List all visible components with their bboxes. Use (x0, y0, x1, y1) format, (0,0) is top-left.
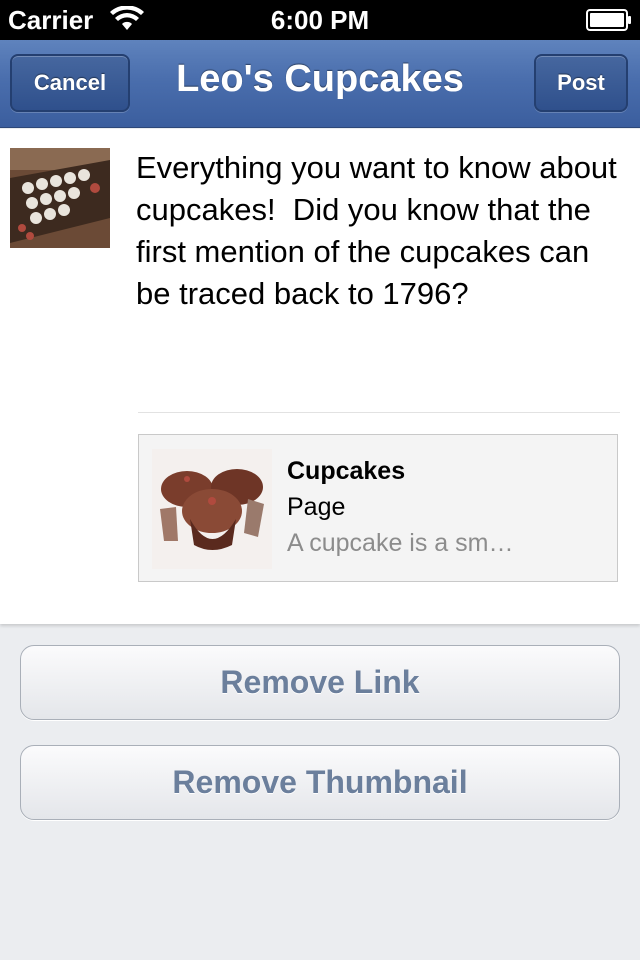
link-title: Cupcakes (287, 457, 406, 485)
remove-thumbnail-button[interactable]: Remove Thumbnail (20, 745, 620, 820)
post-button[interactable]: Post (534, 54, 628, 112)
remove-link-button[interactable]: Remove Link (20, 645, 620, 720)
link-description: A cupcake is a sm… (287, 529, 514, 557)
compose-panel: Everything you want to know about cupcak… (0, 129, 640, 624)
battery-icon (586, 9, 631, 31)
navigation-bar: Cancel Leo's Cupcakes Post (0, 40, 640, 128)
status-bar: Carrier 6:00 PM (0, 0, 640, 40)
page-avatar-image (10, 148, 110, 248)
cancel-button[interactable]: Cancel (10, 54, 130, 112)
link-thumbnail-image (152, 449, 272, 569)
divider (138, 412, 620, 413)
link-preview-card[interactable]: Cupcakes Page A cupcake is a sm… (138, 434, 618, 582)
page-title: Leo's Cupcakes (176, 58, 464, 100)
post-message-text[interactable]: Everything you want to know about cupcak… (136, 147, 626, 315)
link-type: Page (287, 493, 346, 521)
status-time: 6:00 PM (270, 5, 370, 35)
